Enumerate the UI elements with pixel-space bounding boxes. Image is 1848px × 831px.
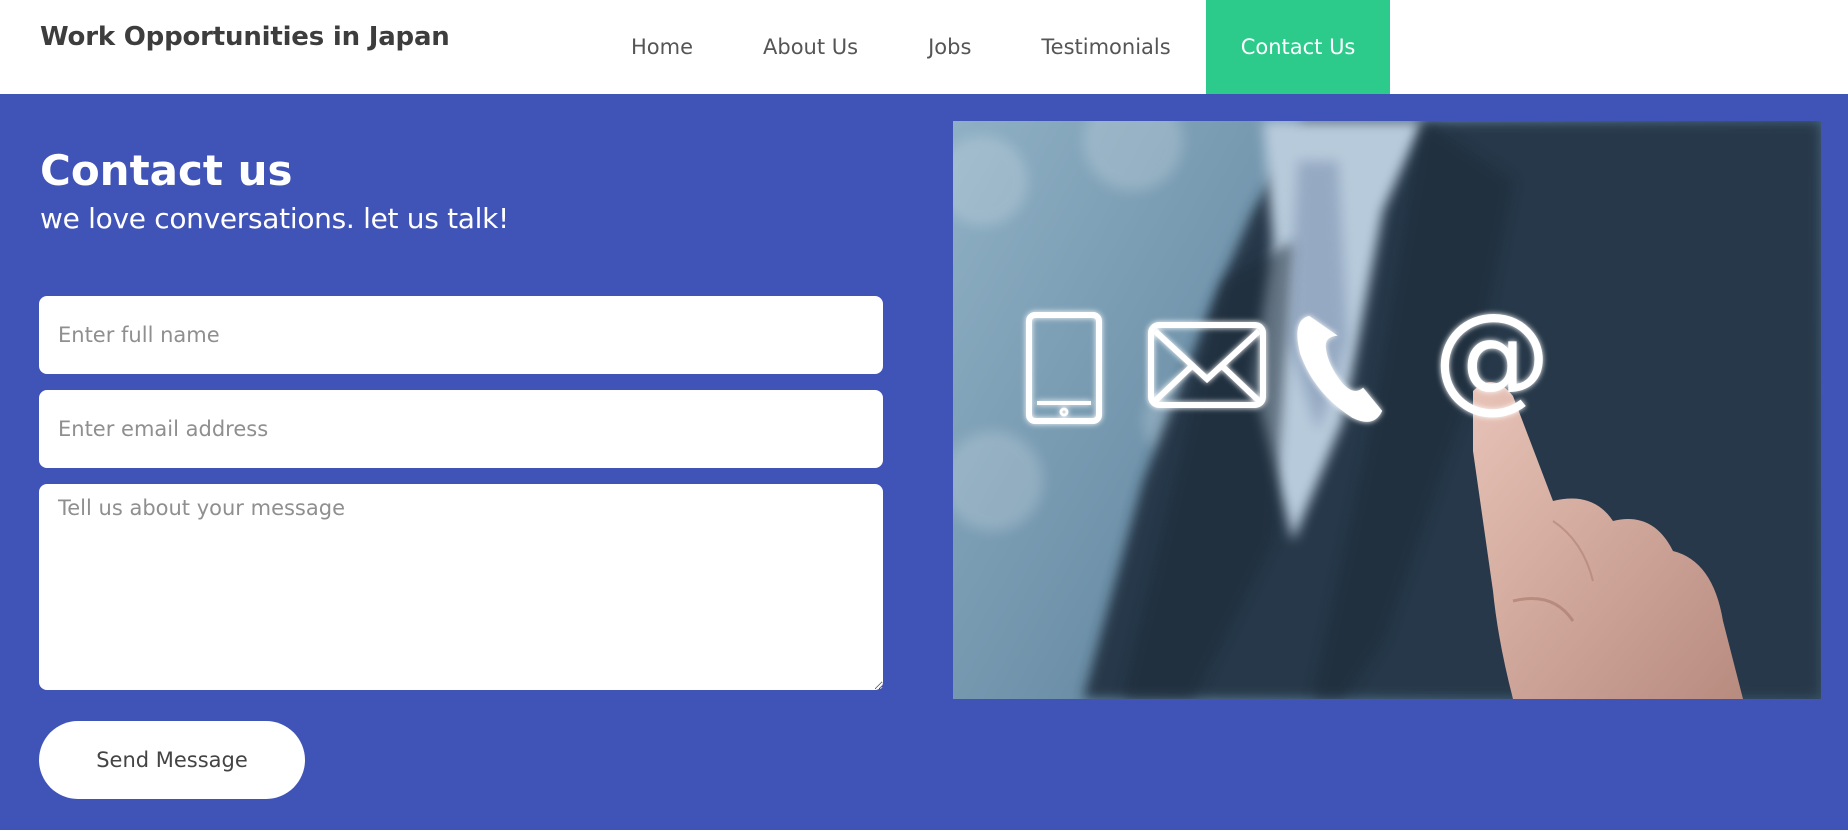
send-message-button[interactable]: Send Message [39,721,305,799]
message-textarea[interactable] [39,484,883,690]
email-input[interactable] [39,390,883,468]
nav-item-jobs[interactable]: Jobs [893,0,1006,94]
nav-item-about-us[interactable]: About Us [728,0,893,94]
nav-item-contact-us[interactable]: Contact Us [1205,0,1391,94]
contact-photo: @ [953,121,1821,699]
site-header: Work Opportunities in Japan Home About U… [0,0,1848,94]
at-sign-icon: @ [1433,287,1551,425]
nav-item-home[interactable]: Home [596,0,728,94]
main-nav: Home About Us Jobs Testimonials Contact … [596,0,1391,94]
full-name-input[interactable] [39,296,883,374]
contact-title: Contact us [40,146,293,195]
nav-item-testimonials[interactable]: Testimonials [1006,0,1205,94]
contact-subtitle: we love conversations. let us talk! [40,202,509,235]
contact-section: Contact us we love conversations. let us… [0,94,1848,830]
smartphone-icon [1026,312,1102,424]
site-brand[interactable]: Work Opportunities in Japan [40,22,450,52]
contact-photo-illustration: @ [953,121,1821,699]
